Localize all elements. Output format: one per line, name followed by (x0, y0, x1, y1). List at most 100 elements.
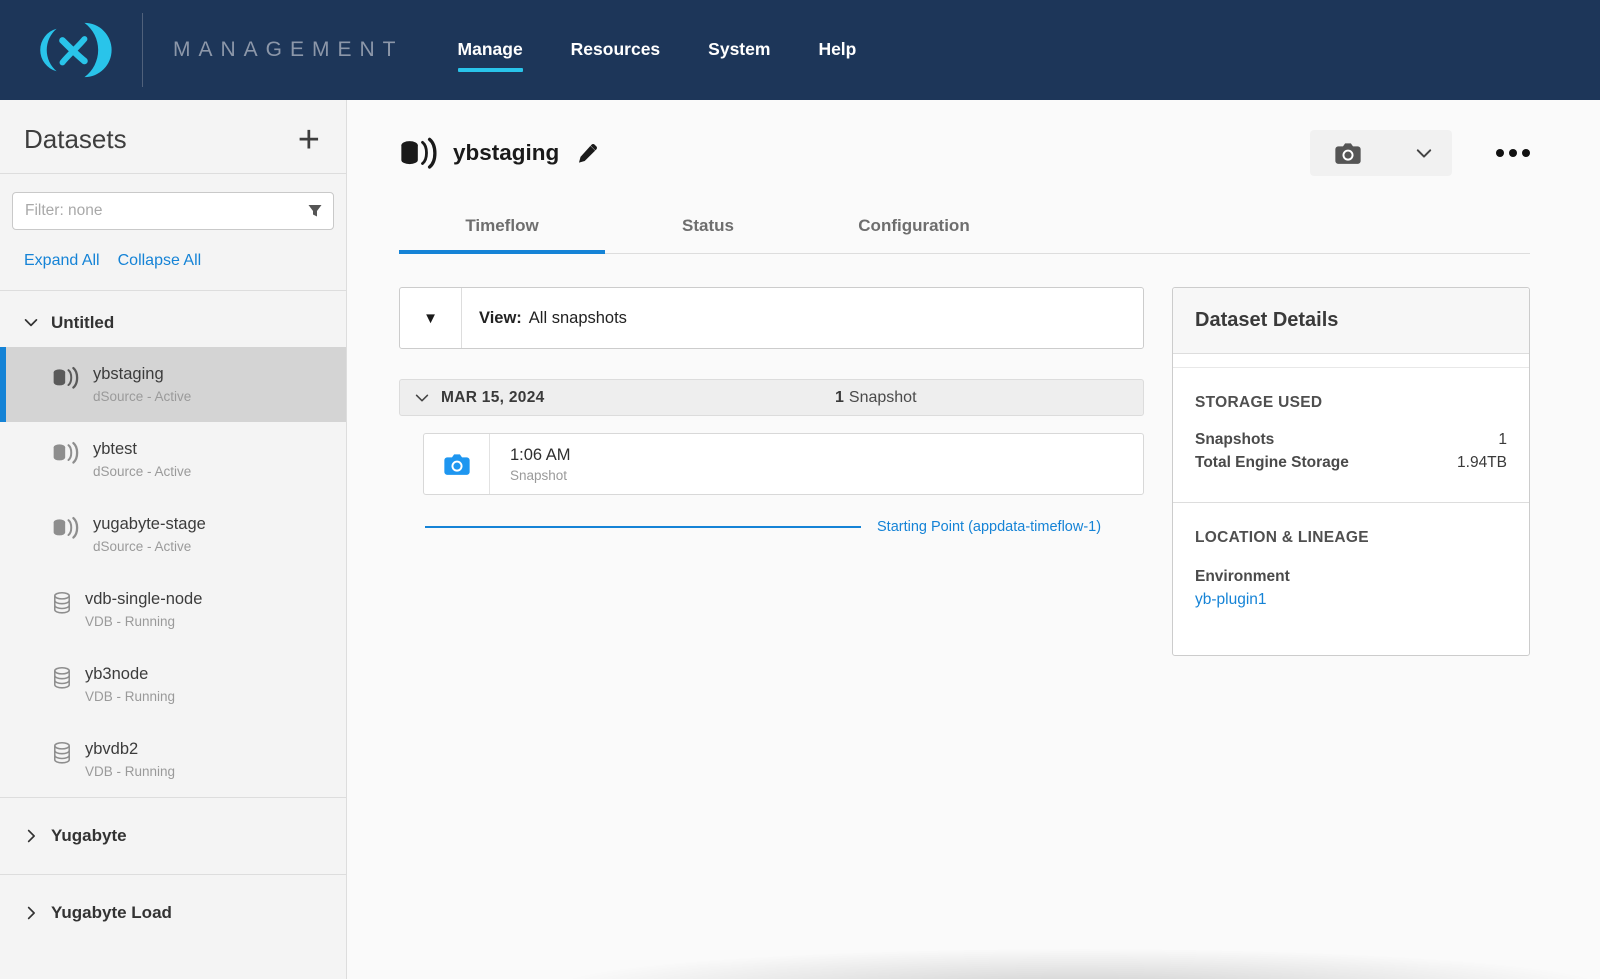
take-snapshot-button[interactable] (1310, 130, 1452, 176)
vdb-database-icon (52, 591, 72, 616)
dataset-details-panel: Dataset Details STORAGE USED Snapshots 1… (1172, 287, 1530, 656)
snapshot-row[interactable]: 1:06 AM Snapshot (423, 433, 1144, 495)
group-label: Yugabyte Load (51, 903, 172, 923)
view-label: View: (479, 309, 522, 328)
view-caret-cell[interactable]: ▼ (400, 288, 462, 348)
dataset-tree: Untitled ybstaging dSource - Active (0, 290, 346, 951)
tree-item-ybstaging[interactable]: ybstaging dSource - Active (0, 347, 346, 422)
detail-row-snapshots: Snapshots 1 (1195, 428, 1507, 451)
dataset-header: ybstaging (399, 130, 1530, 176)
chevron-down-icon (415, 391, 429, 405)
pencil-icon (577, 142, 599, 164)
dsource-icon (52, 366, 80, 390)
tree-item-status: VDB - Running (85, 763, 175, 780)
tree-item-name: yugabyte-stage (93, 514, 206, 534)
dataset-tabs: Timeflow Status Configuration (399, 216, 1530, 254)
datasets-sidebar: Datasets + Expand All Collapse All Untit… (0, 100, 347, 979)
dsource-icon (52, 516, 80, 540)
snapshot-time: 1:06 AM (510, 446, 571, 465)
sidebar-links: Expand All Collapse All (24, 252, 346, 290)
delphix-logo[interactable] (22, 15, 122, 85)
collapse-all-link[interactable]: Collapse All (118, 252, 202, 270)
environment-label: Environment (1195, 565, 1507, 588)
sidebar-title: Datasets (24, 124, 127, 155)
filter-funnel-icon[interactable] (307, 203, 323, 219)
snapshot-label: Snapshot (510, 468, 571, 483)
add-dataset-button[interactable]: + (298, 125, 320, 155)
vdb-database-icon (52, 666, 72, 691)
chevron-right-icon (24, 906, 38, 920)
tree-item-name: ybtest (93, 439, 191, 459)
page-title: ybstaging (453, 140, 559, 166)
nav-item-resources[interactable]: Resources (571, 39, 661, 62)
sidebar-header: Datasets + (0, 100, 346, 174)
ellipsis-icon (1522, 149, 1530, 157)
tree-item-status: dSource - Active (93, 388, 191, 405)
tree-item-vdb-single-node[interactable]: vdb-single-node VDB - Running (0, 572, 346, 647)
snapshots-value: 1 (1375, 428, 1507, 451)
delphix-logo-icon (26, 17, 118, 83)
date-label: MAR 15, 2024 (441, 389, 545, 407)
tree-item-status: VDB - Running (85, 688, 175, 705)
navbar-divider (142, 13, 143, 87)
tree-item-name: ybstaging (93, 364, 191, 384)
vdb-database-icon (52, 741, 72, 766)
dsource-icon (399, 137, 439, 170)
tree-item-status: dSource - Active (93, 538, 206, 555)
ellipsis-icon (1509, 149, 1517, 157)
group-header-yugabyte-load[interactable]: Yugabyte Load (0, 875, 346, 951)
timeflow-section: ▼ View: All snapshots MAR 15, 2024 1 Snap… (399, 287, 1144, 535)
expand-all-link[interactable]: Expand All (24, 252, 100, 270)
caret-down-icon: ▼ (423, 310, 438, 327)
tree-item-name: ybvdb2 (85, 739, 175, 759)
group-header-untitled[interactable]: Untitled (0, 291, 346, 347)
view-value: All snapshots (529, 309, 627, 328)
snapshot-count-label: Snapshot (849, 389, 917, 406)
storage-used-heading: STORAGE USED (1195, 394, 1507, 412)
filter-wrap (12, 192, 334, 230)
chevron-down-icon[interactable] (1416, 145, 1432, 161)
detail-row-total-engine-storage: Total Engine Storage 1.94TB (1195, 451, 1507, 474)
details-substrip (1173, 354, 1529, 368)
nav-item-manage[interactable]: Manage (458, 39, 523, 62)
timeline: Starting Point (appdata-timeflow-1) (425, 519, 1144, 535)
nav-item-system[interactable]: System (708, 39, 770, 62)
brand-title: MANAGEMENT (173, 38, 404, 62)
tab-configuration[interactable]: Configuration (811, 216, 1017, 253)
details-panel-title: Dataset Details (1173, 288, 1529, 354)
main-nav: Manage Resources System Help (458, 39, 857, 62)
tree-item-status: dSource - Active (93, 463, 191, 480)
tree-item-name: yb3node (85, 664, 175, 684)
tree-item-name: vdb-single-node (85, 589, 202, 609)
view-selector[interactable]: ▼ View: All snapshots (399, 287, 1144, 349)
tree-item-yugabyte-stage[interactable]: yugabyte-stage dSource - Active (0, 497, 346, 572)
camera-icon (1334, 142, 1362, 165)
main-content: ybstaging (347, 100, 1600, 979)
storage-used-section: STORAGE USED Snapshots 1 Total Engine St… (1173, 368, 1529, 503)
group-label: Untitled (51, 313, 114, 333)
starting-point-link[interactable]: Starting Point (appdata-timeflow-1) (877, 519, 1101, 535)
snapshot-camera-icon (443, 453, 471, 476)
total-engine-storage-value: 1.94TB (1375, 451, 1507, 474)
tab-timeflow[interactable]: Timeflow (399, 216, 605, 253)
filter-input[interactable] (12, 192, 334, 230)
timeline-line (425, 526, 861, 528)
rename-dataset-button[interactable] (577, 142, 599, 164)
chevron-right-icon (24, 829, 38, 843)
snapshot-date-group[interactable]: MAR 15, 2024 1 Snapshot (399, 379, 1144, 416)
location-lineage-section: LOCATION & LINEAGE Environment yb-plugin… (1173, 503, 1529, 655)
environment-link[interactable]: yb-plugin1 (1195, 588, 1267, 611)
location-lineage-heading: LOCATION & LINEAGE (1195, 529, 1507, 547)
snapshot-count: 1 (835, 389, 844, 406)
tree-item-status: VDB - Running (85, 613, 202, 630)
tree-item-yb3node[interactable]: yb3node VDB - Running (0, 647, 346, 722)
more-actions-button[interactable] (1496, 149, 1530, 157)
group-label: Yugabyte (51, 826, 127, 846)
tab-status[interactable]: Status (605, 216, 811, 253)
dsource-icon (52, 441, 80, 465)
nav-item-help[interactable]: Help (818, 39, 856, 62)
group-header-yugabyte[interactable]: Yugabyte (0, 798, 346, 874)
ellipsis-icon (1496, 149, 1504, 157)
tree-item-ybtest[interactable]: ybtest dSource - Active (0, 422, 346, 497)
tree-item-ybvdb2[interactable]: ybvdb2 VDB - Running (0, 722, 346, 797)
